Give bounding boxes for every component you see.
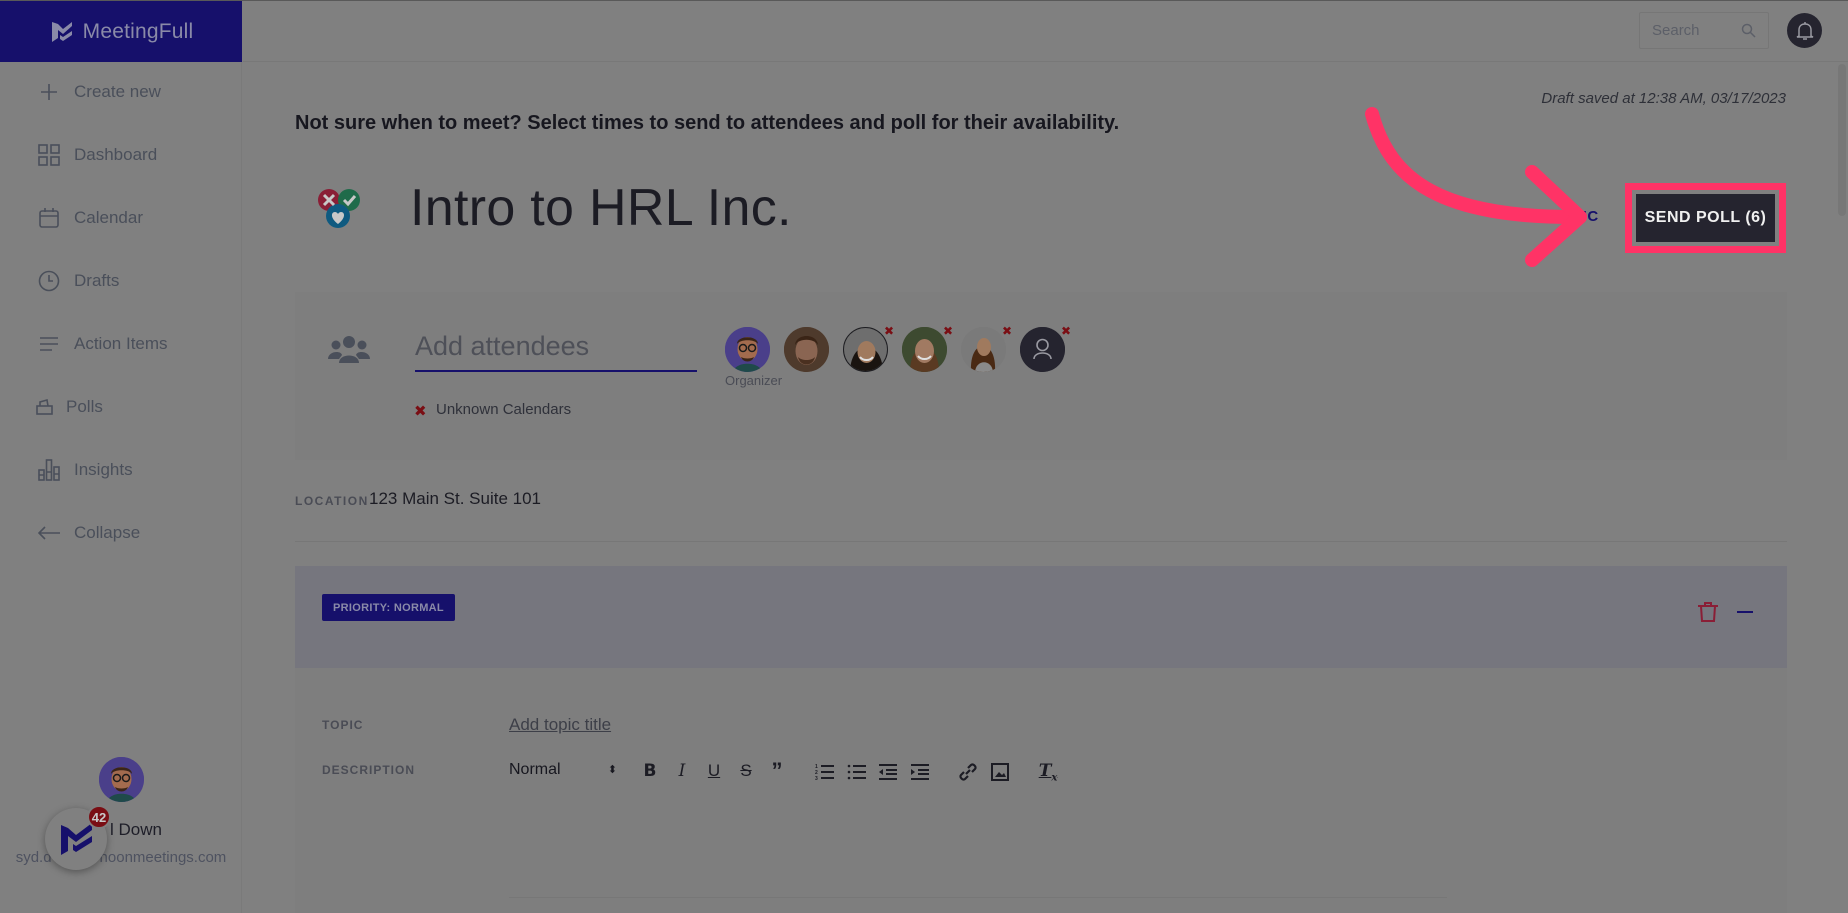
sidebar-item-label: Insights: [74, 460, 133, 479]
bell-icon: [1796, 21, 1813, 40]
description-label: DESCRIPTION: [322, 763, 416, 777]
attendee-avatar[interactable]: [961, 327, 1006, 372]
sidebar-item-label: Collapse: [74, 523, 141, 542]
attendee-avatar[interactable]: [902, 327, 947, 372]
sidebar-item-collapse[interactable]: Collapse: [36, 520, 140, 546]
attendee-photo: [961, 327, 1006, 372]
attendee-photo: [784, 327, 829, 372]
meeting-poll-logo-icon: [318, 189, 360, 228]
ballot-box-icon: [32, 394, 58, 420]
page-scrollbar[interactable]: [1838, 64, 1846, 216]
add-attendees-input[interactable]: [415, 326, 697, 372]
location-label: LOCATION: [295, 494, 369, 508]
unknown-calendar-x-icon: ✖: [884, 324, 895, 338]
grid-icon: [36, 142, 62, 168]
unknown-calendar-x-icon: ✖: [943, 324, 954, 338]
unknown-calendars-legend: Unknown Calendars: [436, 401, 572, 418]
bullet-list-button[interactable]: [847, 763, 867, 781]
sidebar-item-drafts[interactable]: Drafts: [36, 268, 119, 294]
people-group-icon: [328, 336, 370, 363]
unknown-calendar-x-icon: ✖: [1002, 324, 1013, 338]
attendee-avatar-placeholder[interactable]: [1020, 327, 1065, 372]
brand-name: MeetingFull: [82, 19, 194, 43]
arrow-left-icon: [36, 520, 62, 546]
lines-icon: [36, 331, 62, 357]
attendee-photo: [844, 328, 887, 371]
underline-button[interactable]: U: [704, 761, 724, 781]
user-avatar[interactable]: [99, 757, 144, 802]
sidebar-item-polls[interactable]: Polls: [32, 394, 103, 420]
organizer-label: Organizer: [725, 373, 783, 388]
sidebar-item-calendar[interactable]: Calendar: [36, 205, 143, 231]
topic-card-header: [295, 566, 1787, 668]
clear-format-button[interactable]: Tx: [1038, 761, 1058, 783]
ordered-list-button[interactable]: 123: [815, 763, 835, 781]
search-input[interactable]: Search: [1652, 22, 1700, 39]
attendee-photo: [902, 327, 947, 372]
brand-header[interactable]: MeetingFull: [0, 1, 242, 62]
topic-label: TOPIC: [322, 718, 364, 732]
unknown-calendar-x-icon: ✖: [1061, 324, 1072, 338]
svg-text:3: 3: [815, 776, 818, 781]
location-value[interactable]: 123 Main St. Suite 101: [369, 489, 541, 509]
search-box[interactable]: Search: [1639, 12, 1769, 49]
bold-button[interactable]: B: [640, 761, 660, 781]
plus-icon: [36, 79, 62, 105]
user-placeholder-icon: [1020, 327, 1065, 372]
meeting-title[interactable]: Intro to HRL Inc.: [410, 178, 792, 238]
select-arrows-icon: ⬍: [607, 764, 617, 776]
italic-button[interactable]: I: [672, 761, 692, 781]
blockquote-button[interactable]: ”: [767, 760, 787, 782]
indent-button[interactable]: [910, 763, 930, 781]
text-format-select[interactable]: Normal ⬍: [509, 761, 617, 779]
sidebar-item-label: Create new: [74, 82, 161, 101]
topic-card-body: [295, 668, 1787, 913]
user-email-right: noonmeetings.com: [99, 849, 227, 866]
send-poll-button[interactable]: SEND POLL (6): [1636, 194, 1775, 242]
section-divider: [295, 541, 1787, 542]
text-format-value: Normal: [509, 761, 561, 778]
poll-hint: Not sure when to meet? Select times to s…: [295, 112, 1120, 134]
clock-icon: [36, 268, 62, 294]
sidebar-item-label: Drafts: [74, 271, 120, 290]
user-email: syd.d noonmeetings.com: [0, 849, 242, 866]
attendee-avatar-organizer[interactable]: [725, 327, 770, 372]
sidebar-item-label: Polls: [66, 397, 103, 416]
notification-count-badge: 42: [87, 805, 111, 829]
unknown-calendars-x-icon: ✖: [414, 403, 427, 420]
calendar-icon: [36, 205, 62, 231]
priority-badge[interactable]: PRIORITY: NORMAL: [322, 594, 455, 621]
collapse-topic-icon[interactable]: [1737, 611, 1753, 613]
user-email-left: syd.d: [15, 849, 52, 866]
sidebar-item-insights[interactable]: Insights: [36, 457, 133, 483]
sidebar-item-label: Calendar: [74, 208, 143, 227]
sidebar-item-action-items[interactable]: Action Items: [36, 331, 168, 357]
editor-bottom-border: [509, 897, 1447, 898]
app-window: MeetingFull Create new Dashboard Calenda…: [0, 0, 1848, 913]
search-icon[interactable]: [1741, 23, 1756, 38]
sidebar-item-dashboard[interactable]: Dashboard: [36, 142, 157, 168]
organizer-avatar-illustration: [725, 327, 770, 372]
topic-title-input[interactable]: Add topic title: [509, 715, 611, 735]
strikethrough-button[interactable]: S: [736, 761, 756, 781]
outdent-button[interactable]: [878, 763, 898, 781]
attendee-avatar[interactable]: [843, 327, 888, 372]
user-avatar-illustration: [99, 757, 144, 802]
bar-chart-icon: [36, 457, 62, 483]
sidebar-item-label: Dashboard: [74, 145, 158, 164]
meetingfull-logo-icon: [51, 21, 72, 42]
trash-icon[interactable]: [1697, 601, 1719, 623]
attendee-avatar[interactable]: [784, 327, 829, 372]
notifications-button[interactable]: [1787, 13, 1822, 48]
user-name: l Down: [110, 820, 162, 839]
sidebar-item-label: Action Items: [74, 334, 168, 353]
top-header: [243, 1, 1848, 62]
link-button[interactable]: [958, 762, 978, 782]
image-button[interactable]: [990, 763, 1010, 781]
sidebar-item-create-new[interactable]: Create new: [36, 79, 161, 105]
annotation-arrow-icon: [1365, 107, 1587, 267]
attendees-panel: [295, 292, 1787, 460]
